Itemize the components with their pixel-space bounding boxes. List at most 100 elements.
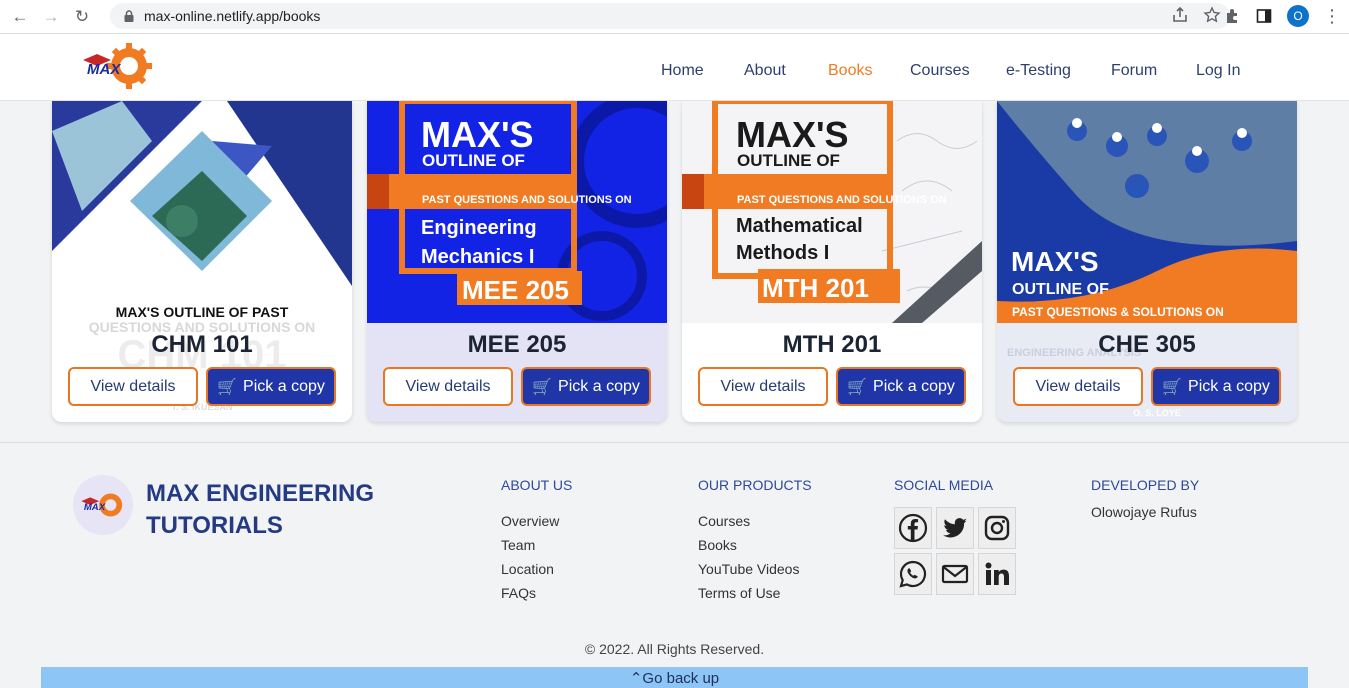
footer-developer-column: DEVELOPED BY Olowojaye Rufus (1091, 477, 1199, 521)
nav-courses[interactable]: Courses (910, 62, 970, 80)
twitter-icon[interactable] (936, 507, 974, 549)
about-heading: ABOUT US (501, 477, 573, 493)
brand-line-1: MAX ENGINEERING (146, 480, 375, 507)
footer-link-location[interactable]: Location (501, 557, 572, 581)
pick-a-copy-button[interactable]: 🛒 Pick a copy (836, 367, 966, 406)
social-heading: SOCIAL MEDIA (894, 477, 994, 493)
footer-link-faqs[interactable]: FAQs (501, 581, 572, 605)
share-icon[interactable] (1171, 6, 1189, 24)
instagram-icon[interactable] (978, 507, 1016, 549)
linkedin-icon[interactable] (978, 553, 1016, 595)
reload-icon[interactable]: ↻ (71, 6, 93, 28)
cover-code: MEE 205 (462, 275, 569, 305)
double-chevron-up-icon: ⌃ (629, 670, 643, 687)
book-cover-che305[interactable]: MAX'S OUTLINE OF PAST QUESTIONS & SOLUTI… (997, 101, 1297, 323)
book-card-chm101: MAX'S OUTLINE OF PAST QUESTIONS AND SOLU… (52, 101, 352, 422)
bookmark-star-icon[interactable] (1203, 6, 1221, 24)
book-card-che305: MAX'S OUTLINE OF PAST QUESTIONS & SOLUTI… (997, 101, 1297, 422)
footer-link-books[interactable]: Books (698, 533, 812, 557)
book-code: CHE 305 (1098, 331, 1196, 358)
logo-text: MAX (87, 61, 121, 78)
book-cover-mth201[interactable]: MAX'S OUTLINE OF PAST QUESTIONS AND SOLU… (682, 101, 982, 323)
menu-kebab-icon[interactable]: ⋮ (1323, 6, 1341, 27)
view-details-button[interactable]: View details (68, 367, 198, 406)
footer-products-column: OUR PRODUCTS Courses Books YouTube Video… (698, 477, 812, 605)
profile-avatar[interactable]: O (1287, 5, 1309, 27)
cover-title: MAX'S (736, 114, 849, 155)
footer-link-overview[interactable]: Overview (501, 509, 572, 533)
view-details-button[interactable]: View details (1013, 367, 1143, 406)
cover-subject-2: Methods I (736, 242, 829, 264)
nav-log-in[interactable]: Log In (1196, 62, 1240, 80)
extensions-icon[interactable] (1223, 7, 1241, 25)
footer-link-terms[interactable]: Terms of Use (698, 581, 812, 605)
footer-logo[interactable]: MAX (73, 475, 133, 535)
footer-social-column: SOCIAL MEDIA (894, 477, 993, 509)
nav-home[interactable]: Home (661, 62, 704, 80)
cover-subtitle: OUTLINE OF (737, 151, 840, 170)
cart-icon: 🛒 (847, 378, 868, 396)
nav-books[interactable]: Books (828, 62, 872, 80)
footer-divider (0, 442, 1349, 443)
developer-name: Olowojaye Rufus (1091, 504, 1197, 520)
nav-about[interactable]: About (744, 62, 786, 80)
book-cover-mee205[interactable]: MAX'S OUTLINE OF PAST QUESTIONS AND SOLU… (367, 101, 667, 323)
pick-a-copy-button[interactable]: 🛒 Pick a copy (521, 367, 651, 406)
book-card-mth201: MAX'S OUTLINE OF PAST QUESTIONS AND SOLU… (682, 101, 982, 422)
footer-about-column: ABOUT US Overview Team Location FAQs (501, 477, 572, 605)
cover-band: PAST QUESTIONS AND SOLUTIONS ON (422, 194, 632, 206)
side-panel-icon[interactable] (1255, 7, 1273, 25)
book-code: MEE 205 (467, 331, 567, 358)
facebook-icon[interactable] (894, 507, 932, 549)
go-back-up-button[interactable]: ⌃Go back up (41, 667, 1308, 688)
cover-title: MAX'S (1011, 246, 1099, 277)
developer-heading: DEVELOPED BY (1091, 477, 1200, 493)
cover-band: PAST QUESTIONS AND SOLUTIONS ON (737, 194, 947, 206)
lock-icon (124, 10, 134, 22)
back-icon[interactable]: ← (9, 6, 31, 28)
products-heading: OUR PRODUCTS (698, 477, 812, 493)
url-text: max-online.netlify.app/books (144, 8, 321, 24)
pick-a-copy-label: Pick a copy (873, 377, 955, 395)
cover-author-faded: O. S. LOYE (1133, 408, 1181, 418)
cover-code: MTH 201 (762, 273, 869, 303)
cart-icon: 🛒 (1162, 378, 1183, 396)
cover-title: MAX'S (421, 114, 534, 155)
pick-a-copy-label: Pick a copy (1188, 377, 1270, 395)
cover-subtitle: OUTLINE OF (1012, 281, 1109, 298)
site-header: MAX Home About Books Courses e-Testing F… (0, 34, 1349, 101)
pick-a-copy-button[interactable]: 🛒 Pick a copy (1151, 367, 1281, 406)
svg-text:MAX: MAX (84, 502, 106, 513)
cart-icon: 🛒 (217, 378, 238, 396)
footer-link-youtube-videos[interactable]: YouTube Videos (698, 557, 812, 581)
footer-brand-name: MAX ENGINEERING TUTORIALS (146, 478, 396, 542)
copyright-text: © 2022. All Rights Reserved. (584, 641, 765, 657)
pick-a-copy-button[interactable]: 🛒 Pick a copy (206, 367, 336, 406)
book-card-mee205: MAX'S OUTLINE OF PAST QUESTIONS AND SOLU… (367, 101, 667, 422)
max-logo[interactable]: MAX (81, 42, 153, 90)
book-code: CHM 101 (151, 331, 253, 358)
book-code: MTH 201 (782, 331, 882, 358)
mail-icon[interactable] (936, 553, 974, 595)
cart-icon: 🛒 (532, 378, 553, 396)
book-cover-chm101[interactable]: MAX'S OUTLINE OF PAST (52, 101, 352, 323)
brand-line-2: TUTORIALS (146, 512, 283, 539)
cover-title: MAX'S OUTLINE OF PAST (116, 304, 289, 320)
view-details-button[interactable]: View details (698, 367, 828, 406)
nav-forum[interactable]: Forum (1111, 62, 1157, 80)
view-details-button[interactable]: View details (383, 367, 513, 406)
max-logo-icon: MAX (81, 493, 123, 517)
address-bar[interactable]: max-online.netlify.app/books (110, 3, 1230, 29)
cover-subject-1: Mathematical (736, 215, 863, 237)
pick-a-copy-label: Pick a copy (243, 377, 325, 395)
cover-subject-1: Engineering (421, 217, 537, 239)
footer-link-courses[interactable]: Courses (698, 509, 812, 533)
social-icons (894, 507, 1054, 595)
whatsapp-icon[interactable] (894, 553, 932, 595)
nav-e-testing[interactable]: e-Testing (1006, 62, 1071, 80)
forward-icon[interactable]: → (40, 6, 62, 28)
go-back-up-label: Go back up (642, 670, 720, 687)
cover-band: PAST QUESTIONS & SOLUTIONS ON (1012, 305, 1224, 319)
browser-toolbar: ← → ↻ max-online.netlify.app/books O ⋮ (0, 0, 1349, 34)
footer-link-team[interactable]: Team (501, 533, 572, 557)
